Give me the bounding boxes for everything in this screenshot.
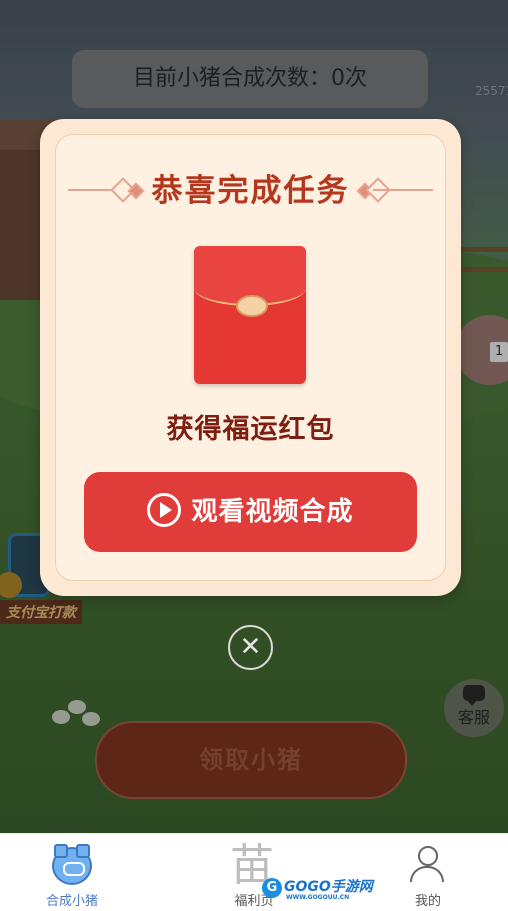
pig-snout	[63, 862, 85, 876]
modal-title-row: 恭喜完成任务	[40, 171, 461, 211]
close-modal-button[interactable]: ✕	[228, 625, 273, 670]
watch-video-button[interactable]: 观看视频合成	[84, 472, 417, 552]
user-icon	[410, 846, 444, 884]
red-envelope-icon	[194, 246, 306, 384]
watch-video-label: 观看视频合成	[191, 497, 354, 527]
watermark-logo-icon: G	[262, 878, 282, 898]
reward-modal: 恭喜完成任务 获得福运红包 观看视频合成	[40, 119, 461, 596]
envelope-seal	[236, 295, 268, 317]
tab-label: 合成小猪	[45, 894, 98, 909]
tab-mine[interactable]: 我的	[368, 834, 488, 911]
bottom-tab-bar: 合成小猪 苗 福利页 我的	[0, 833, 508, 911]
site-watermark: G GOGO手游网 WWW.GOGOUU.CN	[262, 876, 373, 901]
reward-text: 获得福运红包	[166, 414, 335, 445]
modal-title: 恭喜完成任务	[151, 173, 350, 209]
pig-icon	[52, 844, 92, 885]
title-decoration-line	[373, 189, 433, 191]
watermark-text: GOGO手游网	[284, 879, 373, 895]
tab-label: 我的	[414, 894, 441, 909]
watermark-url: WWW.GOGOUU.CN	[286, 894, 350, 901]
play-icon	[147, 492, 182, 527]
tab-merge-pig[interactable]: 合成小猪	[12, 834, 132, 911]
